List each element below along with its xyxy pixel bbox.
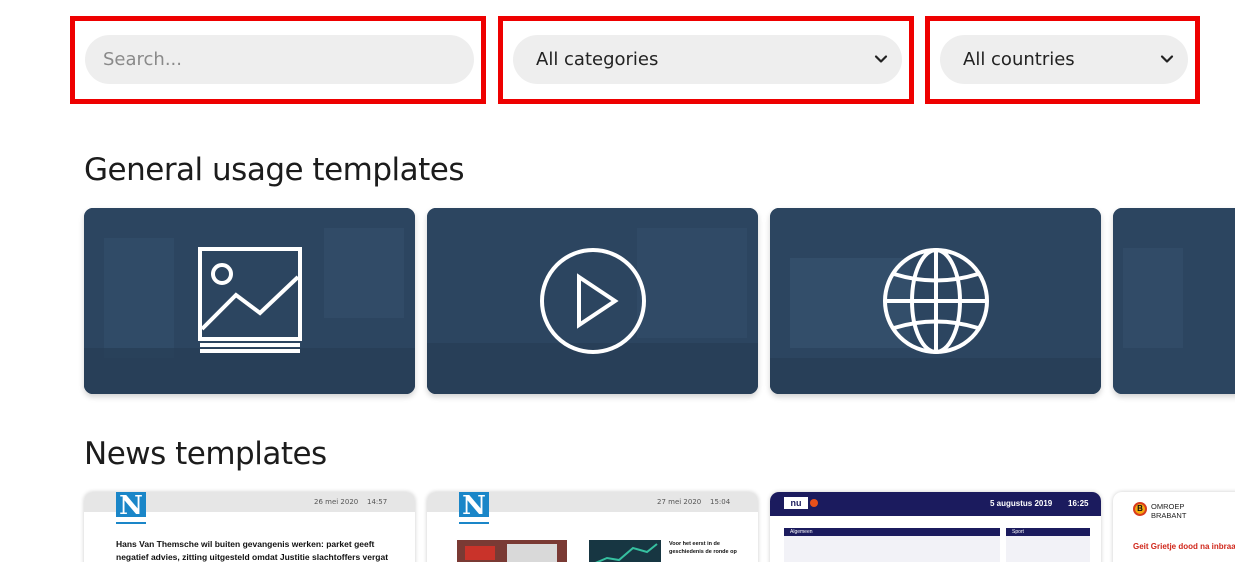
news-card-time: 16:25 [1068, 499, 1089, 508]
news-panel-left-label: Algemeen [790, 529, 813, 535]
category-select[interactable]: All categories [513, 35, 902, 84]
play-icon [539, 248, 646, 354]
category-highlight-box: All categories [498, 16, 914, 104]
news-card-date: 26 mei 2020 [314, 498, 359, 506]
news-card-chart-photo [589, 540, 661, 562]
category-select-value: All categories [536, 49, 659, 70]
brand-name-line1: OMROEP [1151, 502, 1185, 511]
news-card-photo [457, 540, 567, 562]
general-templates-title: General usage templates [84, 152, 465, 188]
news-templates-title: News templates [84, 436, 327, 472]
chevron-down-icon [874, 55, 888, 63]
brand-name-line2: BRABANT [1151, 511, 1187, 520]
brand-name: OMROEP BRABANT [1151, 502, 1186, 520]
news-card-time: 15:04 [710, 498, 731, 506]
news-template-card[interactable]: nu 5 augustus 2019 16:25 Algemeen Sport [770, 492, 1101, 562]
news-card-headline: Hans Van Themsche wil buiten gevangenis … [116, 539, 389, 562]
template-card-partial[interactable] [1113, 208, 1235, 394]
brabant-logo-icon: B [1133, 502, 1147, 516]
logo-dot-icon [810, 499, 818, 507]
card-background [1113, 208, 1235, 394]
news-panel-right-label: Sport [1012, 529, 1024, 535]
template-card-image[interactable] [84, 208, 415, 394]
templates-page: All categories All countries General usa… [0, 0, 1235, 562]
template-card-video[interactable] [427, 208, 758, 394]
country-highlight-box: All countries [925, 16, 1200, 104]
news-card-headline: Voor het eerst in de geschiedenis de ron… [669, 541, 737, 555]
news-card-date: 5 augustus 2019 [990, 499, 1053, 508]
search-highlight-box [70, 16, 486, 104]
country-select-value: All countries [963, 49, 1075, 70]
news-card-headline: Geit Grietje dood na inbraak i [1133, 542, 1235, 551]
newspaper-logo-icon: N [459, 492, 489, 524]
newspaper-logo-icon: N [116, 492, 146, 524]
news-template-card[interactable]: B OMROEP BRABANT Geit Grietje dood na inb… [1113, 492, 1235, 562]
news-card-time: 14:57 [367, 498, 388, 506]
chevron-down-icon [1160, 55, 1174, 63]
image-icon [197, 247, 302, 353]
news-panel-left [784, 528, 1000, 562]
template-card-web[interactable] [770, 208, 1101, 394]
search-input[interactable] [85, 35, 474, 84]
news-template-card[interactable]: N 27 mei 2020 15:04 Voor het eerst in de… [427, 492, 758, 562]
news-template-card[interactable]: N 26 mei 2020 14:57 Hans Van Themsche wi… [84, 492, 415, 562]
globe-icon [882, 248, 989, 354]
news-card-date: 27 mei 2020 [657, 498, 702, 506]
nu-logo-icon: nu [784, 497, 808, 509]
country-select[interactable]: All countries [940, 35, 1188, 84]
